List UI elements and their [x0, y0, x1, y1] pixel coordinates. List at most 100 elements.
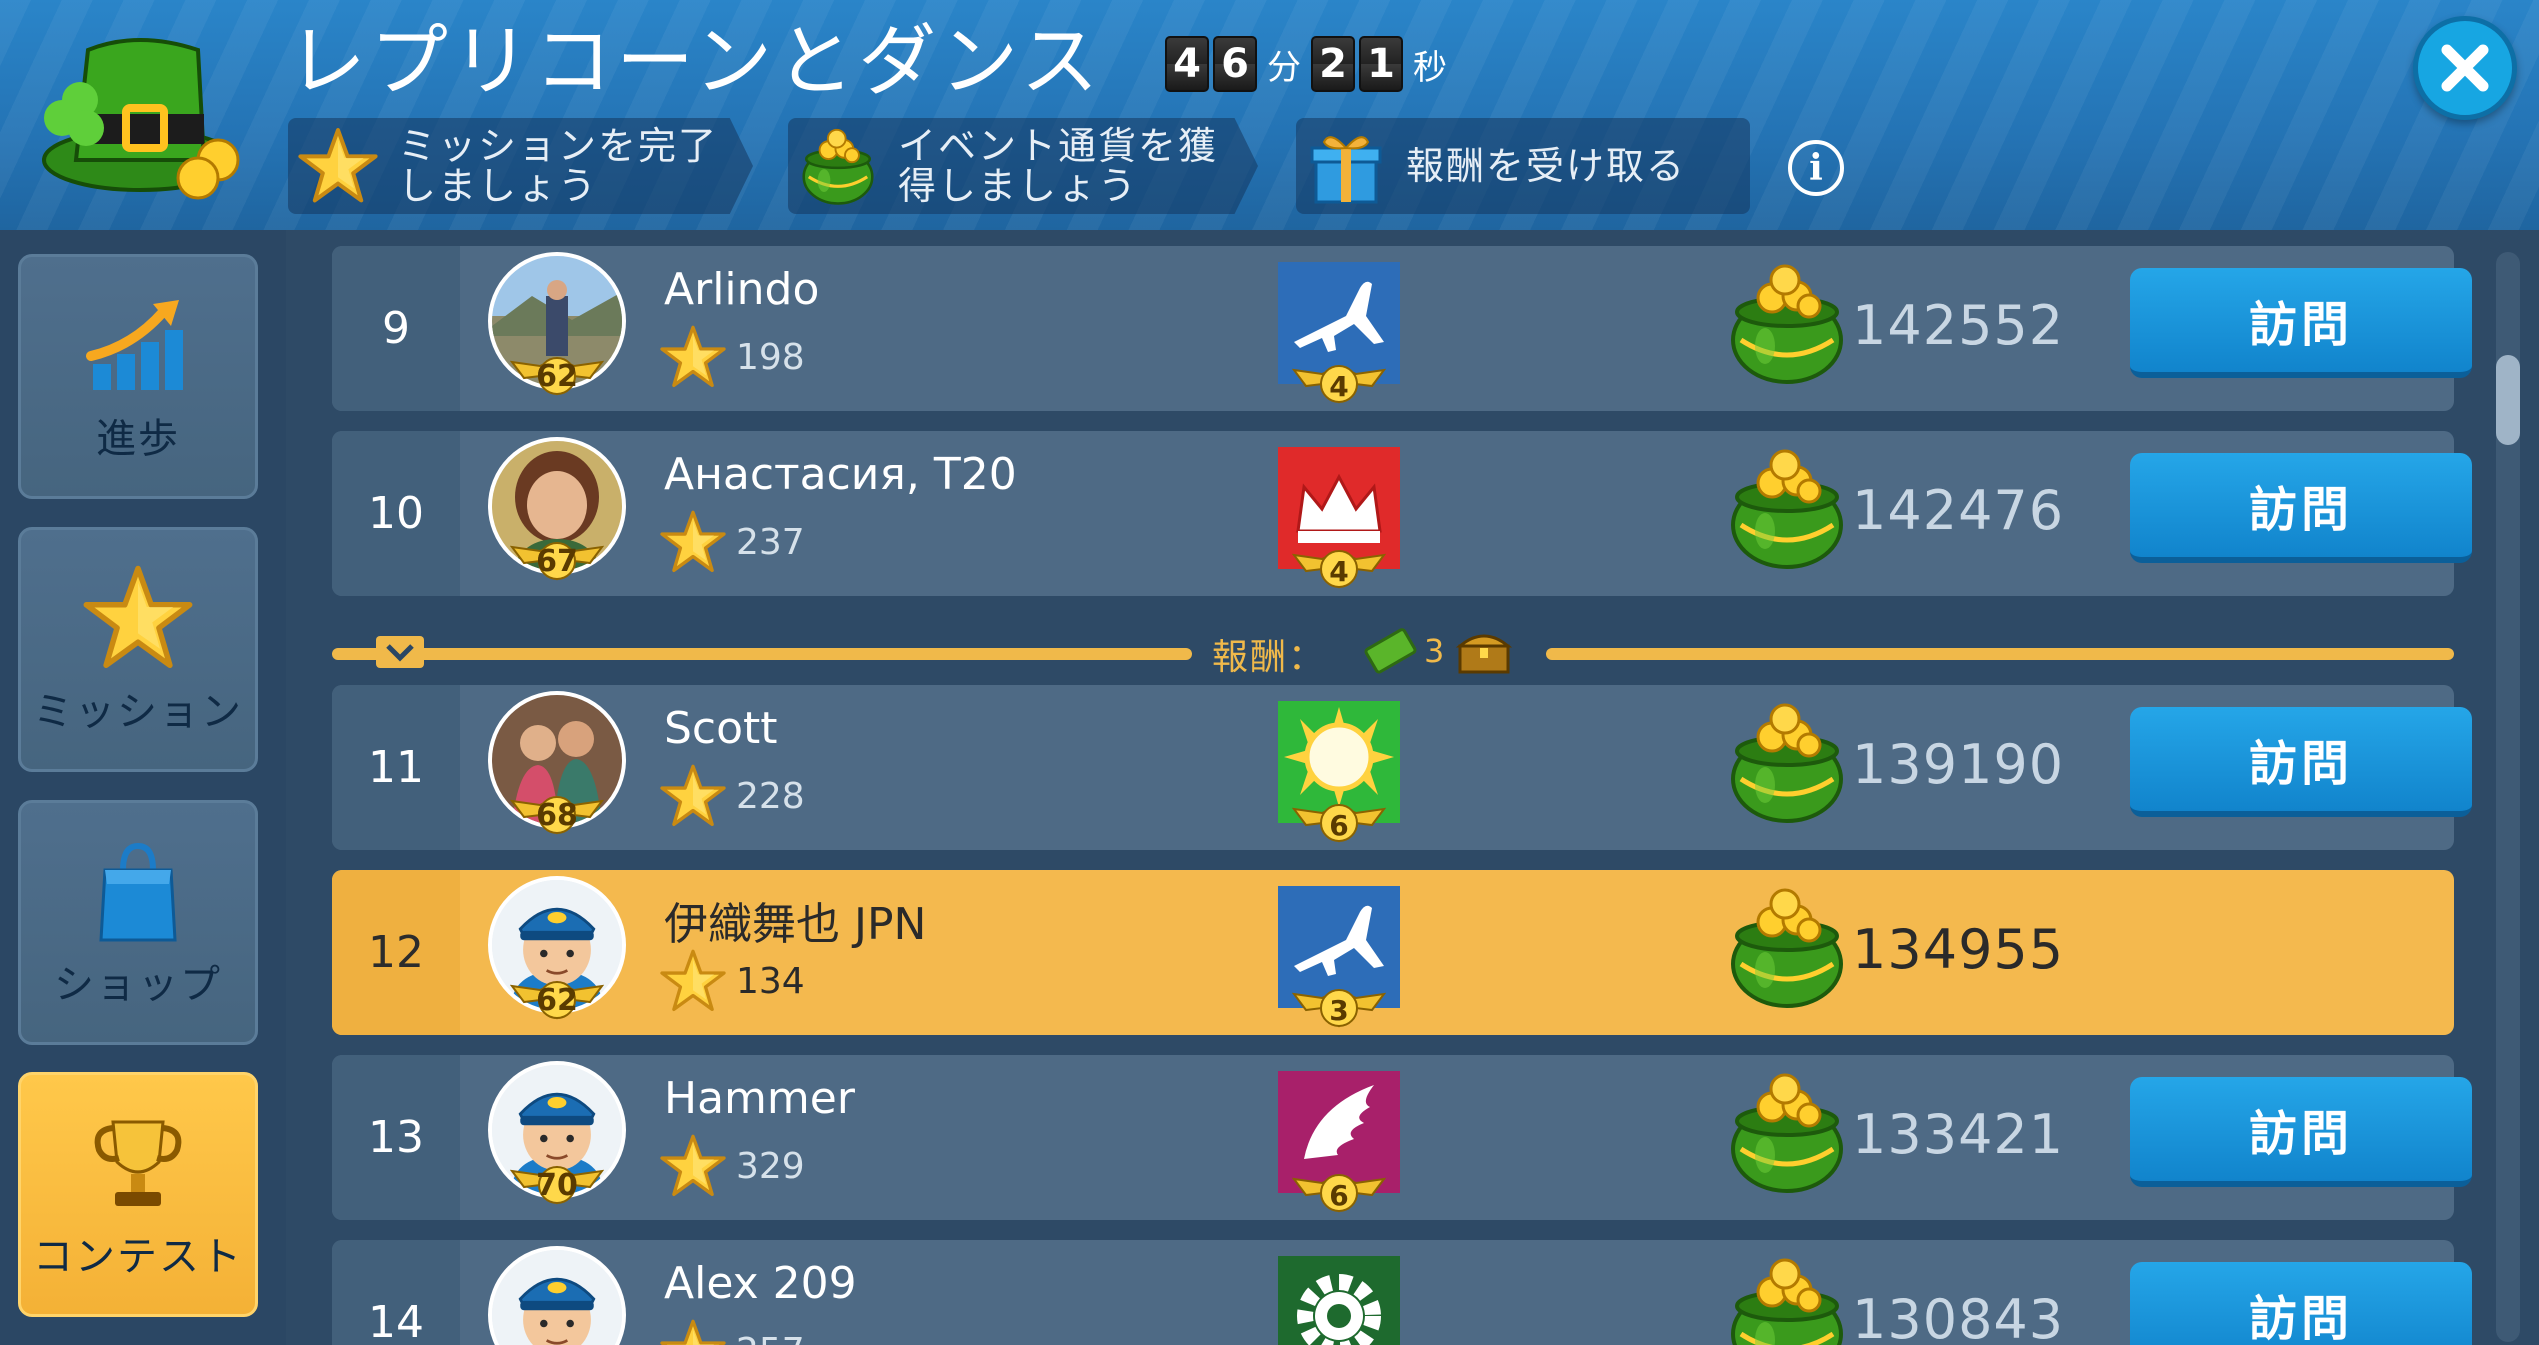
star-icon [660, 509, 726, 575]
step-label: ミッションを完了 しましょう [398, 124, 719, 208]
info-button[interactable]: i [1788, 140, 1844, 196]
player-avatar[interactable]: 67 [488, 437, 628, 587]
scrollbar-thumb[interactable] [2496, 355, 2520, 445]
airline-emblem-plane-icon: 3 [1278, 886, 1400, 1027]
star-icon [298, 126, 378, 206]
progress-chart-icon [86, 299, 183, 390]
player-avatar[interactable]: 70 [488, 1061, 628, 1211]
timer-digit: 1 [1359, 36, 1403, 92]
player-score: 142476 [1852, 479, 2065, 542]
sidebar-item-contest[interactable]: コンテスト [18, 1072, 258, 1317]
coin-pot-icon [1727, 699, 1847, 825]
airline-emblem-crown-icon: 4 [1278, 447, 1400, 588]
leaderboard-row: 10 67 Анастасия, T20 237 4 142476 訪問 [332, 431, 2472, 596]
sidebar-item-progress[interactable]: 進歩 [18, 254, 258, 499]
rank: 12 [332, 870, 460, 1035]
svg-text:6: 6 [1329, 1179, 1348, 1212]
player-avatar[interactable] [488, 1246, 628, 1345]
leaderboard-row-current-player: 12 62 伊織舞也 JPN 134 3 134955 [332, 870, 2454, 1035]
sidebar-item-label: コンテスト [33, 1233, 243, 1280]
sidebar-item-label: 進歩 [96, 415, 180, 462]
rank: 10 [332, 431, 460, 596]
player-score: 142552 [1852, 294, 2065, 357]
player-name: Анастасия, T20 [664, 449, 1017, 500]
coin-pot-icon [798, 126, 878, 206]
level-badge: 70 [510, 1163, 604, 1207]
timer-digit: 6 [1213, 36, 1257, 92]
treasure-chest-icon [1456, 634, 1512, 674]
svg-text:4: 4 [1329, 555, 1348, 588]
player-score: 130843 [1852, 1288, 2065, 1345]
player-avatar[interactable]: 68 [488, 691, 628, 841]
svg-text:3: 3 [1329, 994, 1348, 1027]
player-score: 139190 [1852, 733, 2065, 796]
event-header: レプリコーンとダンス 4 6 分 2 1 秒 ミッションを完了 しましょう イベ… [0, 0, 2539, 230]
sidebar-item-label: ミッション [33, 688, 243, 735]
player-score: 134955 [1852, 918, 2065, 981]
leaderboard-row: 11 68 Scott 228 6 139190 訪問 [332, 685, 2472, 850]
rank: 11 [332, 685, 460, 850]
visit-button[interactable]: 訪問 [2130, 1262, 2472, 1345]
trophy-icon [94, 1120, 182, 1206]
player-avatar[interactable]: 62 [488, 252, 628, 402]
coin-pot-icon [1727, 1069, 1847, 1195]
step-receive-reward: 報酬を受け取る [1296, 118, 1750, 214]
leprechaun-hat-icon [42, 38, 240, 200]
player-name: Alex 209 [664, 1258, 857, 1309]
player-stars: 228 [660, 763, 805, 829]
sidebar-item-missions[interactable]: ミッション [18, 527, 258, 772]
player-stars: 237 [660, 509, 805, 575]
rank: 14 [332, 1240, 460, 1345]
visit-button[interactable]: 訪問 [2130, 453, 2472, 563]
player-avatar[interactable]: 62 [488, 876, 628, 1026]
chevron-down-icon[interactable] [376, 636, 424, 668]
reward-threshold-divider: 報酬： 3 [332, 618, 2454, 688]
level-badge: 62 [510, 978, 604, 1022]
event-title: レプリコーンとダンス [288, 17, 1103, 107]
step-label: 報酬を受け取る [1406, 144, 1687, 188]
airline-emblem-wing-icon: 6 [1278, 1071, 1400, 1212]
player-name: Scott [664, 703, 778, 754]
player-stars: 257 [660, 1318, 805, 1345]
airline-emblem-sun-icon: 6 [1278, 701, 1400, 842]
shopping-bag-icon [99, 842, 177, 941]
coin-pot-icon [1727, 260, 1847, 386]
reward-count: 3 [1424, 632, 1445, 670]
timer-digit: 4 [1165, 36, 1209, 92]
step-earn-currency: イベント通貨を獲 得しましょう [788, 118, 1258, 214]
airline-emblem-gear-icon [1278, 1256, 1400, 1345]
star-icon [660, 1133, 726, 1199]
coin-pot-icon [1727, 445, 1847, 571]
visit-button[interactable]: 訪問 [2130, 268, 2472, 378]
visit-button[interactable]: 訪問 [2130, 1077, 2472, 1187]
close-icon [2441, 44, 2489, 92]
close-button[interactable] [2413, 16, 2517, 120]
star-icon [660, 763, 726, 829]
star-icon [660, 948, 726, 1014]
star-icon [660, 1318, 726, 1345]
countdown-timer: 4 6 分 2 1 秒 [1165, 34, 1457, 94]
coin-pot-icon [1727, 1254, 1847, 1345]
star-icon [83, 563, 193, 673]
rank: 9 [332, 246, 460, 411]
cash-icon [1364, 628, 1417, 674]
star-icon [660, 324, 726, 390]
player-stars: 329 [660, 1133, 805, 1199]
player-name: 伊織舞也 JPN [664, 899, 927, 950]
timer-seconds-unit: 秒 [1413, 47, 1447, 88]
svg-text:6: 6 [1329, 809, 1348, 842]
sidebar-item-label: ショップ [54, 961, 222, 1008]
timer-minutes-unit: 分 [1267, 47, 1301, 88]
leaderboard-row: 14 Alex 209 257 130843 訪問 [332, 1240, 2472, 1345]
player-stars: 198 [660, 324, 805, 390]
coin-pot-icon [1727, 884, 1847, 1010]
sidebar-item-shop[interactable]: ショップ [18, 800, 258, 1045]
step-complete-missions: ミッションを完了 しましょう [288, 118, 753, 214]
player-name: Arlindo [664, 264, 820, 315]
rank: 13 [332, 1055, 460, 1220]
leaderboard-list[interactable]: 9 62 Arlindo 198 4 142552 訪問 10 67 Анаст… [286, 230, 2539, 1345]
level-badge: 62 [510, 354, 604, 398]
visit-button[interactable]: 訪問 [2130, 707, 2472, 817]
level-badge: 68 [510, 793, 604, 837]
player-name: Hammer [664, 1073, 855, 1124]
